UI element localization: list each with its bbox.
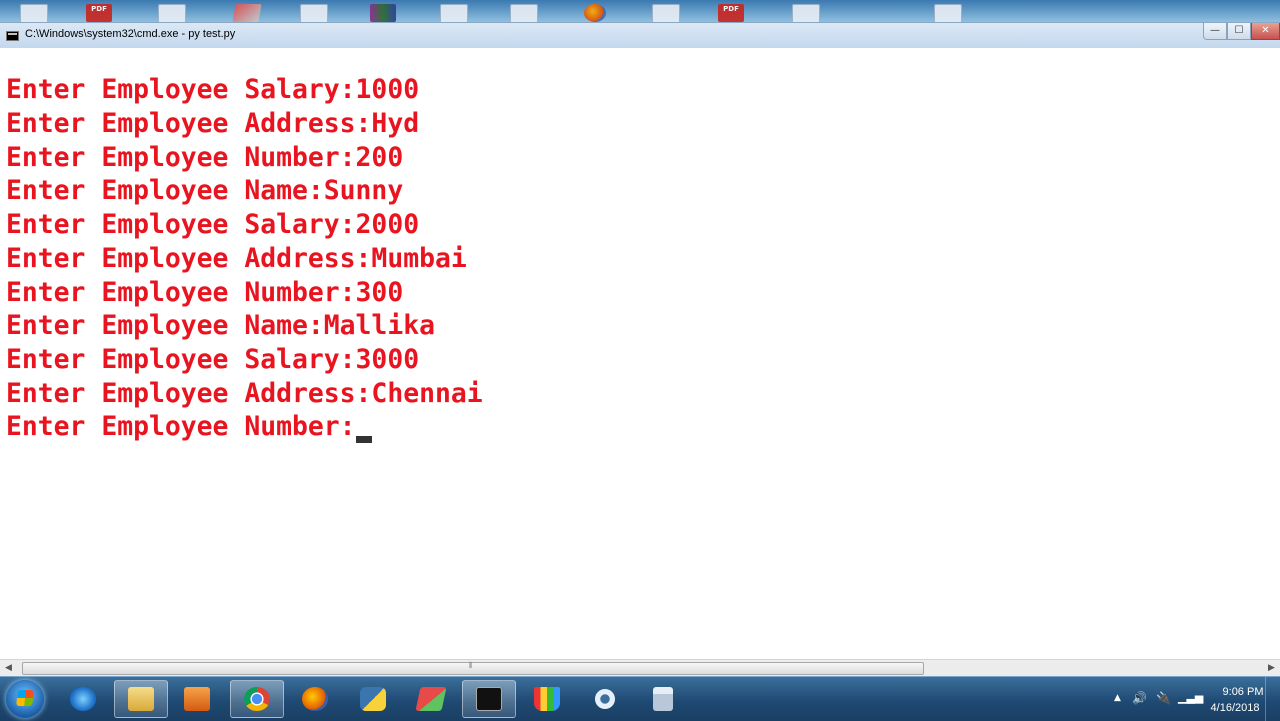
console-line: Enter Employee Name:Mallika xyxy=(6,310,435,341)
pdf-icon-label: PDF xyxy=(723,5,739,13)
desktop-document-icon[interactable] xyxy=(158,4,186,24)
console-line: Enter Employee Salary:1000 xyxy=(6,74,420,105)
desktop-document-icon[interactable] xyxy=(652,4,680,24)
taskbar-python[interactable] xyxy=(346,680,400,718)
cmd-window-icon[interactable] xyxy=(6,31,19,41)
desktop-archive-icon[interactable] xyxy=(370,4,396,22)
file-explorer-icon xyxy=(128,687,154,711)
taskbar-internet-explorer[interactable] xyxy=(56,680,110,718)
desktop-pdf-icon[interactable]: PDF xyxy=(86,4,112,22)
clock-time[interactable]: 9:06 PM xyxy=(1213,686,1273,698)
scroll-left-arrow-icon[interactable]: ◀ xyxy=(0,660,17,677)
system-tray: ▲ 🔊 🔌 ▁▃▅ 9:06 PM 4/16/2018 xyxy=(1108,677,1280,721)
firefox-icon xyxy=(302,687,328,711)
desktop-icon-strip: PDF PDF xyxy=(0,0,1280,24)
minimize-button[interactable]: — xyxy=(1203,23,1227,40)
horizontal-scrollbar[interactable]: ◀ ⦀ ▶ xyxy=(0,659,1280,677)
desktop-network-icon[interactable] xyxy=(510,4,538,24)
console-line: Enter Employee Name:Sunny xyxy=(6,175,404,206)
console-prompt-line: Enter Employee Number: xyxy=(6,411,356,442)
desktop-firefox-icon[interactable] xyxy=(584,4,606,22)
power-icon[interactable]: 🔌 xyxy=(1156,691,1171,705)
cmd-icon xyxy=(476,687,502,711)
taskbar-firefox[interactable] xyxy=(288,680,342,718)
scrollbar-thumb[interactable]: ⦀ xyxy=(22,661,924,675)
desktop-document-icon[interactable] xyxy=(792,4,820,24)
maximize-button[interactable]: ☐ xyxy=(1227,23,1251,40)
taskbar-media-player[interactable] xyxy=(170,680,224,718)
console-line: Enter Employee Address:Hyd xyxy=(6,108,420,139)
scroll-right-arrow-icon[interactable]: ▶ xyxy=(1263,660,1280,677)
chrome-icon xyxy=(244,687,270,711)
windows-logo-icon xyxy=(16,690,34,706)
start-button[interactable] xyxy=(6,680,44,718)
window-titlebar[interactable]: C:\Windows\system32\cmd.exe - py test.py… xyxy=(0,23,1280,48)
calculator-icon xyxy=(653,687,673,711)
desktop-document-icon[interactable] xyxy=(20,4,48,24)
desktop-pdf-icon[interactable]: PDF xyxy=(718,4,744,22)
console-line: Enter Employee Number:300 xyxy=(6,277,404,308)
scroll-grip-icon: ⦀ xyxy=(469,661,473,670)
text-cursor xyxy=(356,436,372,443)
console-line: Enter Employee Salary:2000 xyxy=(6,209,420,240)
pdf-icon-label: PDF xyxy=(91,5,107,13)
taskbar-paint[interactable] xyxy=(520,680,574,718)
console-line: Enter Employee Address:Chennai xyxy=(6,378,483,409)
console-line: Enter Employee Address:Mumbai xyxy=(6,243,467,274)
volume-icon[interactable]: 🔊 xyxy=(1132,691,1147,705)
eraser-app-icon xyxy=(415,687,447,711)
network-signal-icon[interactable]: ▁▃▅ xyxy=(1178,691,1203,704)
clock-date[interactable]: 4/16/2018 xyxy=(1205,702,1265,714)
taskbar-eraser-app[interactable] xyxy=(404,680,458,718)
taskbar-file-explorer[interactable] xyxy=(114,680,168,718)
show-hidden-icons-arrow-icon[interactable]: ▲ xyxy=(1114,693,1121,703)
close-button[interactable]: ✕ xyxy=(1251,23,1280,40)
paint-icon xyxy=(534,687,560,711)
taskbar-cmd[interactable] xyxy=(462,680,516,718)
settings-gear-icon xyxy=(592,687,618,711)
show-desktop-button[interactable] xyxy=(1265,677,1280,721)
taskbar-settings[interactable] xyxy=(578,680,632,718)
window-title: C:\Windows\system32\cmd.exe - py test.py xyxy=(25,28,236,40)
console-line: Enter Employee Salary:3000 xyxy=(6,344,420,375)
desktop-document-icon[interactable] xyxy=(934,4,962,24)
media-player-icon xyxy=(184,687,210,711)
taskbar-chrome[interactable] xyxy=(230,680,284,718)
desktop-eraser-icon[interactable] xyxy=(232,4,262,22)
taskbar: ▲ 🔊 🔌 ▁▃▅ 9:06 PM 4/16/2018 xyxy=(0,676,1280,721)
python-icon xyxy=(360,687,386,711)
console-line: Enter Employee Number:200 xyxy=(6,142,404,173)
desktop-document-icon[interactable] xyxy=(440,4,468,24)
desktop-window-icon[interactable] xyxy=(300,4,328,24)
internet-explorer-icon xyxy=(70,687,96,711)
cmd-window: C:\Windows\system32\cmd.exe - py test.py… xyxy=(0,22,1280,677)
taskbar-calculator[interactable] xyxy=(636,680,690,718)
console-output[interactable]: Enter Employee Salary:1000 Enter Employe… xyxy=(0,49,1280,659)
